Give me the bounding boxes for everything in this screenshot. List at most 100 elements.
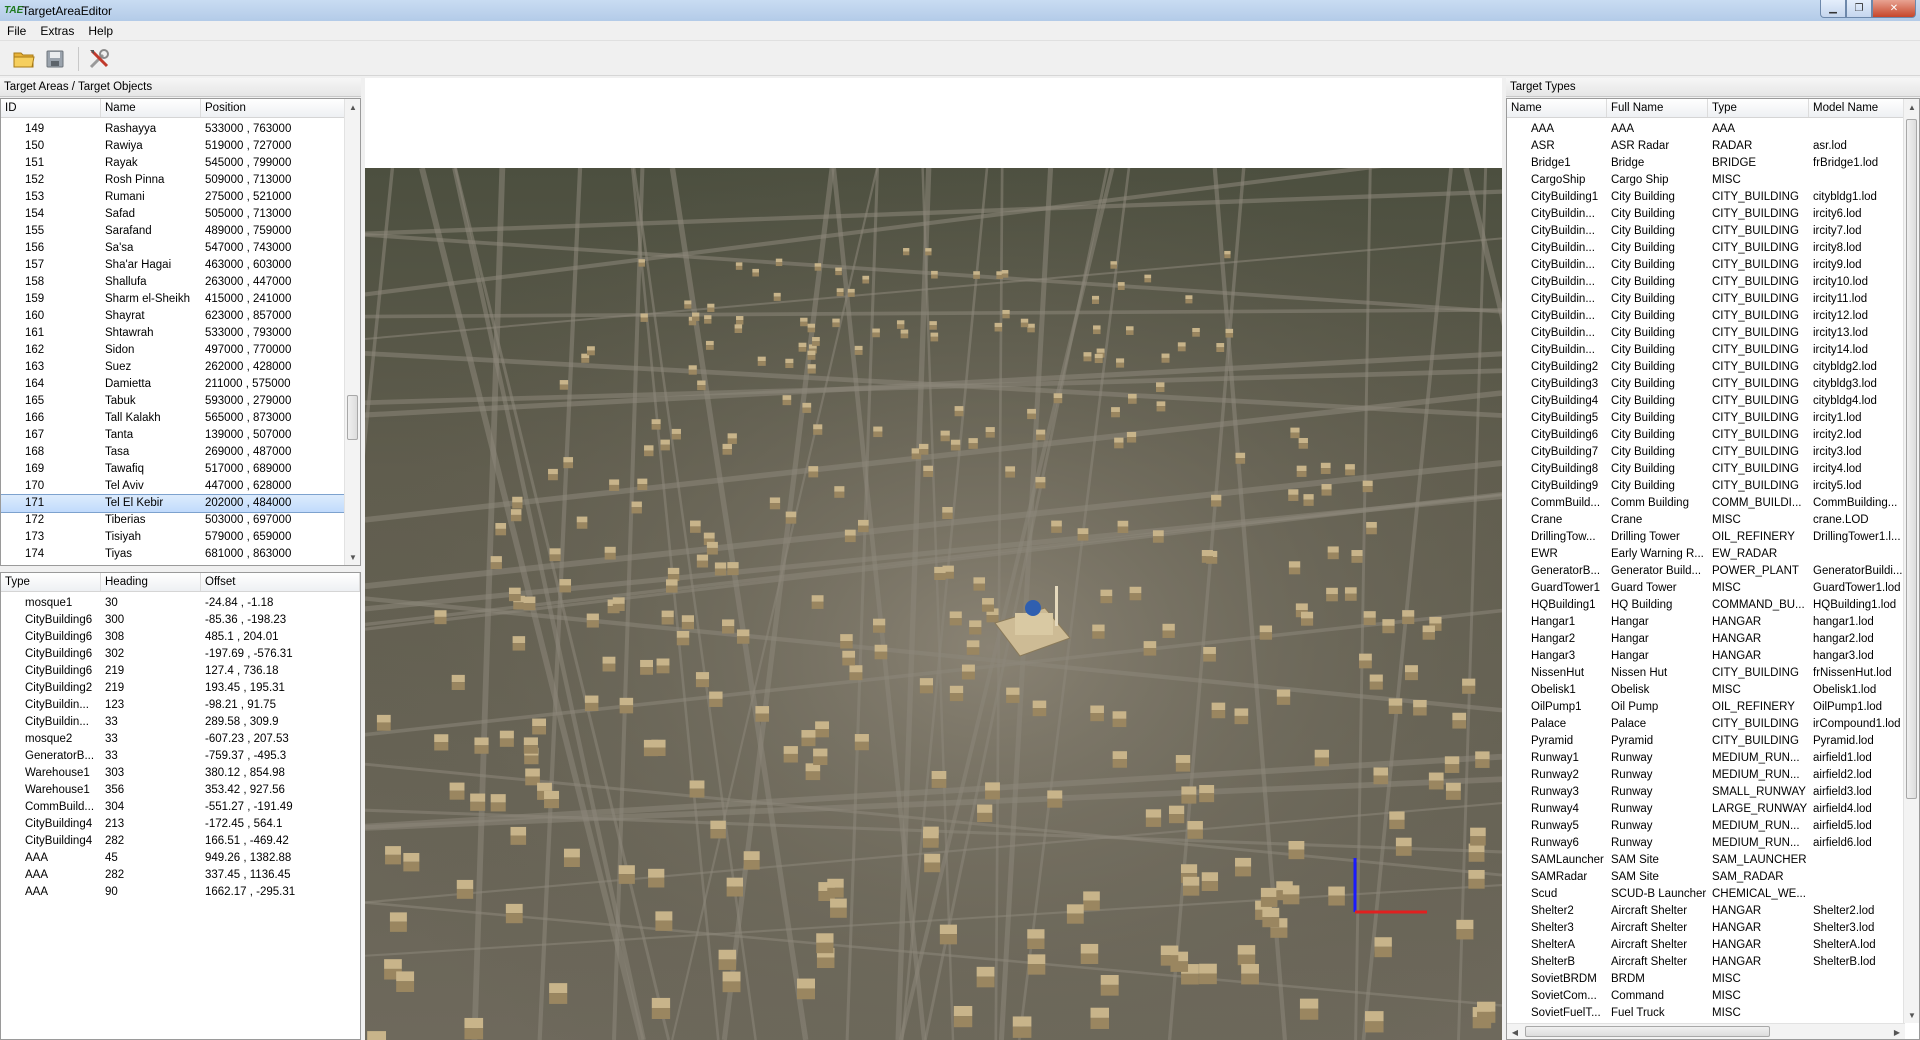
building-model[interactable]	[727, 562, 739, 576]
building-model[interactable]	[1369, 674, 1383, 690]
building-model[interactable]	[1077, 528, 1089, 541]
building-model[interactable]	[1259, 625, 1273, 640]
object-row[interactable]: mosque2 33 -607.23 , 207.53	[1, 731, 360, 748]
area-row[interactable]: 162 Sidon 497000 , 770000	[1, 342, 346, 359]
menu-file[interactable]: File	[0, 24, 33, 38]
building-model[interactable]	[961, 664, 975, 680]
building-model[interactable]	[1288, 840, 1305, 860]
building-model[interactable]	[586, 613, 599, 628]
building-model[interactable]	[873, 426, 883, 438]
type-row[interactable]: CityBuildin... City Building CITY_BUILDING…	[1507, 342, 1905, 359]
building-model[interactable]	[1327, 546, 1339, 560]
type-row[interactable]: DrillingTow... Drilling Tower OIL_REFINERY…	[1507, 529, 1905, 546]
building-model[interactable]	[1161, 353, 1170, 363]
building-model[interactable]	[1116, 358, 1125, 368]
building-model[interactable]	[862, 275, 870, 284]
building-model[interactable]	[1090, 705, 1104, 722]
building-model[interactable]	[651, 997, 671, 1019]
type-row[interactable]: CityBuildin... City Building CITY_BUILDING…	[1507, 325, 1905, 342]
building-model[interactable]	[1199, 785, 1215, 803]
building-model[interactable]	[1035, 476, 1046, 489]
building-model[interactable]	[900, 329, 909, 339]
type-row[interactable]: Palace Palace CITY_BUILDING irCompound1.lod	[1507, 716, 1905, 733]
area-row[interactable]: 173 Tisiyah 579000 , 659000	[1, 529, 346, 546]
building-model[interactable]	[1462, 678, 1476, 694]
building-model[interactable]	[872, 328, 880, 338]
open-button[interactable]	[10, 45, 38, 73]
building-model[interactable]	[1126, 326, 1134, 335]
building-model[interactable]	[396, 971, 415, 992]
building-model[interactable]	[785, 511, 797, 524]
building-model[interactable]	[707, 303, 715, 312]
building-model[interactable]	[1234, 708, 1249, 725]
building-model[interactable]	[676, 630, 690, 646]
building-model[interactable]	[1363, 611, 1376, 626]
building-model[interactable]	[722, 971, 741, 993]
building-model[interactable]	[505, 903, 523, 924]
building-model[interactable]	[923, 465, 934, 477]
tools-button[interactable]	[85, 45, 113, 73]
type-row[interactable]: Runway1 Runway MEDIUM_RUN... airfield1.lod	[1507, 750, 1905, 767]
area-row[interactable]: 151 Rayak 545000 , 799000	[1, 155, 346, 172]
building-model[interactable]	[1344, 587, 1357, 601]
building-model[interactable]	[1006, 687, 1020, 703]
col-name[interactable]: Name	[101, 99, 201, 117]
type-row[interactable]: CityBuilding4 City Building CITY_BUILDING c…	[1507, 393, 1905, 410]
building-model[interactable]	[854, 345, 863, 355]
building-model[interactable]	[1112, 711, 1127, 728]
area-row[interactable]: 156 Sa'sa 547000 , 743000	[1, 240, 346, 257]
type-row[interactable]: CityBuildin... City Building CITY_BUILDING…	[1507, 240, 1905, 257]
building-model[interactable]	[985, 782, 1000, 800]
col-position[interactable]: Position	[201, 99, 346, 117]
building-model[interactable]	[1404, 665, 1418, 681]
building-model[interactable]	[544, 790, 560, 809]
type-row[interactable]: CityBuildin... City Building CITY_BUILDING…	[1507, 274, 1905, 291]
building-model[interactable]	[609, 479, 620, 491]
building-model[interactable]	[930, 332, 939, 342]
building-model[interactable]	[1216, 343, 1225, 352]
object-row[interactable]: mosque1 30 -24.84 , -1.18	[1, 595, 360, 612]
building-model[interactable]	[490, 794, 506, 812]
building-model[interactable]	[1027, 408, 1036, 420]
areas-scroll-thumb[interactable]	[347, 395, 358, 440]
building-model[interactable]	[1235, 857, 1252, 877]
building-model[interactable]	[499, 730, 514, 747]
building-model[interactable]	[844, 529, 856, 543]
building-model[interactable]	[811, 595, 824, 609]
building-model[interactable]	[929, 321, 937, 330]
type-row[interactable]: Obelisk1 Obelisk MISC Obelisk1.lod	[1507, 682, 1905, 699]
building-model[interactable]	[718, 949, 737, 970]
area-row[interactable]: 154 Safad 505000 , 713000	[1, 206, 346, 223]
building-model[interactable]	[1128, 393, 1137, 404]
building-model[interactable]	[1373, 767, 1389, 785]
type-row[interactable]: SovietFuelT... Fuel Truck MISC	[1507, 1005, 1905, 1022]
col-id[interactable]: ID	[1, 99, 101, 117]
area-row[interactable]: 161 Shtawrah 533000 , 793000	[1, 325, 346, 342]
building-model[interactable]	[949, 685, 964, 702]
building-model[interactable]	[798, 342, 807, 352]
building-model[interactable]	[709, 691, 723, 707]
type-row[interactable]: OilPump1 Oil Pump OIL_REFINERY OilPump1.lod	[1507, 699, 1905, 716]
building-model[interactable]	[1211, 494, 1222, 507]
building-model[interactable]	[631, 501, 642, 514]
type-row[interactable]: Runway2 Runway MEDIUM_RUN... airfield2.lod	[1507, 767, 1905, 784]
building-model[interactable]	[651, 739, 666, 757]
building-model[interactable]	[785, 358, 794, 369]
building-model[interactable]	[722, 443, 732, 455]
object-row[interactable]: CityBuildin... 123 -98.21 , 91.75	[1, 697, 360, 714]
building-model[interactable]	[1020, 318, 1029, 328]
building-model[interactable]	[939, 924, 957, 945]
building-model[interactable]	[1177, 342, 1186, 352]
building-model[interactable]	[726, 877, 744, 897]
building-model[interactable]	[1351, 550, 1363, 563]
building-model[interactable]	[1187, 821, 1203, 839]
terrain-scene[interactable]	[365, 168, 1502, 1040]
building-model[interactable]	[1152, 530, 1164, 543]
object-row[interactable]: CityBuilding6 302 -197.69 , -576.31	[1, 646, 360, 663]
building-model[interactable]	[1185, 295, 1193, 304]
building-model[interactable]	[1374, 937, 1392, 958]
building-model[interactable]	[1156, 401, 1166, 412]
building-model[interactable]	[949, 611, 962, 626]
building-model[interactable]	[1181, 786, 1197, 804]
building-model[interactable]	[1201, 872, 1219, 891]
